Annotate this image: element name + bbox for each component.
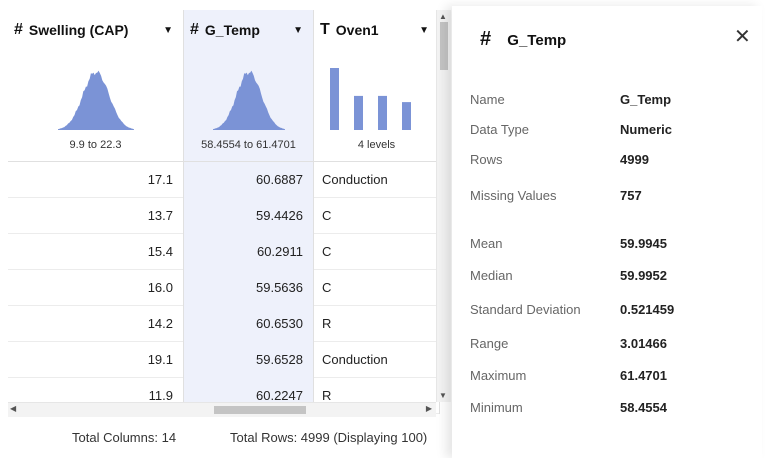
stat-label: Median	[470, 268, 513, 283]
histogram-graphic	[213, 70, 285, 130]
table-cell[interactable]: Conduction	[314, 162, 440, 198]
stat-value: Numeric	[620, 122, 673, 137]
column-range-label: 4 levels	[357, 139, 396, 151]
histogram-shape	[213, 70, 285, 130]
table-cell[interactable]: 59.6528	[184, 342, 314, 378]
column-range-label: 58.4554 to 61.4701	[201, 139, 296, 151]
data-grid: # Swelling (CAP) ▼ # G_Temp ▼ T Oven1 ▼ …	[8, 10, 452, 422]
stat-label: Maximum	[470, 368, 527, 383]
table-row[interactable]: 14.2 60.6530 R	[8, 306, 440, 342]
table-row[interactable]: 15.4 60.2911 C	[8, 234, 440, 270]
stat-value: 4999	[620, 152, 649, 167]
vertical-scrollbar[interactable]: ▲ ▼	[436, 10, 451, 402]
scroll-right-arrow-icon[interactable]: ▶	[426, 404, 432, 413]
table-cell[interactable]: 15.4	[8, 234, 184, 270]
vertical-scroll-thumb[interactable]	[440, 22, 448, 70]
table-row[interactable]: 13.7 59.4426 C	[8, 198, 440, 234]
data-grid-window: # Swelling (CAP) ▼ # G_Temp ▼ T Oven1 ▼ …	[0, 0, 452, 458]
stat-label: Minimum	[470, 400, 523, 415]
stat-value: 59.9952	[620, 268, 667, 283]
level-bar-graphic	[330, 68, 411, 130]
stat-value: 59.9945	[620, 236, 667, 251]
panel-title: # G_Temp	[480, 28, 566, 51]
table-row[interactable]: 16.0 59.5636 C	[8, 270, 440, 306]
histogram-shape	[58, 70, 134, 130]
level-bar	[402, 102, 411, 130]
histogram-graphic	[58, 70, 134, 130]
table-cell[interactable]: 19.1	[8, 342, 184, 378]
stat-label: Standard Deviation	[470, 302, 581, 317]
level-bar	[330, 68, 339, 130]
stat-label: Name	[470, 92, 505, 107]
table-cell[interactable]: 60.6887	[184, 162, 314, 198]
scroll-left-arrow-icon[interactable]: ◀	[10, 404, 16, 413]
table-cell[interactable]: 14.2	[8, 306, 184, 342]
level-bar	[354, 95, 363, 130]
text-type-icon: T	[320, 21, 330, 38]
column-header-label: Swelling (CAP)	[28, 22, 129, 38]
table-cell[interactable]: 59.5636	[184, 270, 314, 306]
stat-label: Mean	[470, 236, 503, 251]
column-histogram[interactable]: 9.9 to 22.3	[8, 50, 184, 162]
column-header-oven1[interactable]: T Oven1 ▼	[314, 10, 440, 50]
stat-label: Range	[470, 336, 509, 351]
level-bar	[378, 95, 387, 130]
panel-title-label: G_Temp	[507, 32, 567, 49]
total-columns-label: Total Columns: 14	[72, 430, 177, 445]
table-cell[interactable]: 59.4426	[184, 198, 314, 234]
total-rows-label: Total Rows: 4999 (Displaying 100)	[230, 430, 428, 445]
stat-value: 3.01466	[620, 336, 667, 351]
column-histogram[interactable]: 58.4554 to 61.4701	[184, 50, 314, 162]
scroll-up-arrow-icon[interactable]: ▲	[439, 12, 447, 21]
chevron-down-icon[interactable]: ▼	[419, 25, 429, 36]
column-header-swelling[interactable]: # Swelling (CAP) ▼	[8, 10, 184, 50]
stat-label: Rows	[470, 152, 503, 167]
column-header-g-temp[interactable]: # G_Temp ▼	[184, 10, 314, 50]
stat-value: 61.4701	[620, 368, 667, 383]
column-header-label: G_Temp	[204, 22, 260, 38]
stat-value: 0.521459	[620, 302, 675, 317]
stat-label: Missing Values	[470, 188, 557, 203]
numeric-type-icon: #	[14, 21, 23, 38]
table-cell[interactable]: 60.6530	[184, 306, 314, 342]
stat-value: G_Temp	[620, 92, 672, 107]
table-cell[interactable]: 60.2911	[184, 234, 314, 270]
chevron-down-icon[interactable]: ▼	[163, 25, 173, 36]
table-cell[interactable]: R	[314, 306, 440, 342]
horizontal-scrollbar[interactable]: ◀ ▶	[8, 402, 436, 417]
table-row[interactable]: 19.1 59.6528 Conduction	[8, 342, 440, 378]
numeric-type-icon: #	[480, 28, 492, 50]
table-row[interactable]: 17.1 60.6887 Conduction	[8, 162, 440, 198]
column-level-bars[interactable]: 4 levels	[314, 50, 440, 162]
table-cell[interactable]: 16.0	[8, 270, 184, 306]
table-cell[interactable]: C	[314, 198, 440, 234]
numeric-type-icon: #	[190, 21, 199, 38]
column-header-label: Oven1	[335, 22, 379, 38]
stat-value: 58.4554	[620, 400, 667, 415]
table-cell[interactable]: Conduction	[314, 342, 440, 378]
stat-label: Data Type	[470, 122, 530, 137]
stat-value: 757	[620, 188, 642, 203]
column-range-label: 9.9 to 22.3	[69, 139, 122, 151]
column-summary-panel: # G_Temp ✕ Name G_Temp Data Type Numeric…	[452, 6, 762, 458]
grid-footer: Total Columns: 14 Total Rows: 4999 (Disp…	[0, 430, 452, 452]
scroll-down-arrow-icon[interactable]: ▼	[439, 391, 447, 400]
table-cell[interactable]: 17.1	[8, 162, 184, 198]
chevron-down-icon[interactable]: ▼	[293, 25, 303, 36]
table-cell[interactable]: 13.7	[8, 198, 184, 234]
table-cell[interactable]: C	[314, 234, 440, 270]
table-cell[interactable]: C	[314, 270, 440, 306]
horizontal-scroll-thumb[interactable]	[214, 406, 306, 414]
close-icon[interactable]: ✕	[734, 24, 751, 49]
